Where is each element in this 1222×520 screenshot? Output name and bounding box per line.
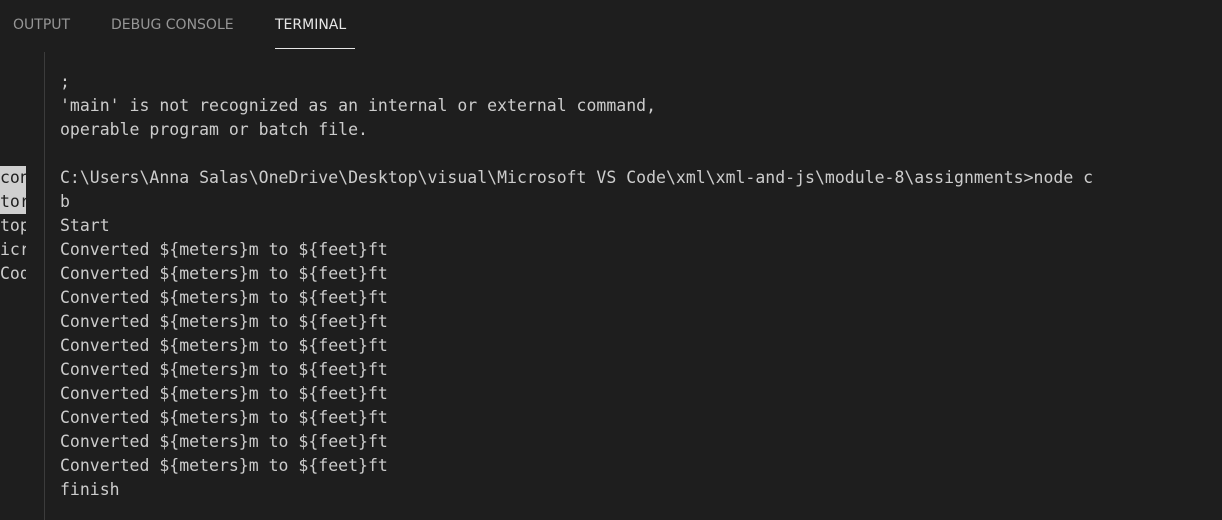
terminal-panel: OUTPUT DEBUG CONSOLE TERMINAL con tor to… bbox=[0, 0, 1222, 520]
left-fragment: con bbox=[0, 166, 26, 190]
terminal-line: Converted ${meters}m to ${feet}ft bbox=[60, 384, 388, 403]
panel-tab-bar: OUTPUT DEBUG CONSOLE TERMINAL bbox=[0, 0, 1222, 52]
terminal-line: C:\Users\Anna Salas\OneDrive\Desktop\vis… bbox=[60, 168, 1094, 187]
left-fragment: icr bbox=[0, 240, 26, 259]
terminal-line: Converted ${meters}m to ${feet}ft bbox=[60, 288, 388, 307]
terminal-line: Converted ${meters}m to ${feet}ft bbox=[60, 408, 388, 427]
terminal-line: Converted ${meters}m to ${feet}ft bbox=[60, 336, 388, 355]
tab-output[interactable]: OUTPUT bbox=[13, 17, 70, 33]
terminal-line: Start bbox=[60, 216, 110, 235]
terminal-line: Converted ${meters}m to ${feet}ft bbox=[60, 456, 388, 475]
left-fragment: top bbox=[0, 216, 26, 235]
split-divider[interactable] bbox=[44, 52, 45, 520]
terminal-line: operable program or batch file. bbox=[60, 120, 368, 139]
terminal-line: ; bbox=[60, 72, 70, 91]
active-tab-indicator bbox=[275, 48, 355, 49]
terminal-line: Converted ${meters}m to ${feet}ft bbox=[60, 360, 388, 379]
terminal-line: Converted ${meters}m to ${feet}ft bbox=[60, 432, 388, 451]
tab-terminal[interactable]: TERMINAL bbox=[275, 17, 346, 33]
terminal-line: Converted ${meters}m to ${feet}ft bbox=[60, 240, 388, 259]
terminal-line: 'main' is not recognized as an internal … bbox=[60, 96, 657, 115]
terminal-line: Converted ${meters}m to ${feet}ft bbox=[60, 264, 388, 283]
terminal-output[interactable]: ; 'main' is not recognized as an internal… bbox=[60, 70, 1220, 502]
left-fragment: tor bbox=[0, 190, 26, 214]
terminal-line: finish bbox=[60, 480, 120, 499]
terminal-line: Converted ${meters}m to ${feet}ft bbox=[60, 312, 388, 331]
left-fragment: Cod bbox=[0, 264, 26, 283]
terminal-line: b bbox=[60, 192, 70, 211]
tab-debug-console[interactable]: DEBUG CONSOLE bbox=[111, 17, 234, 33]
